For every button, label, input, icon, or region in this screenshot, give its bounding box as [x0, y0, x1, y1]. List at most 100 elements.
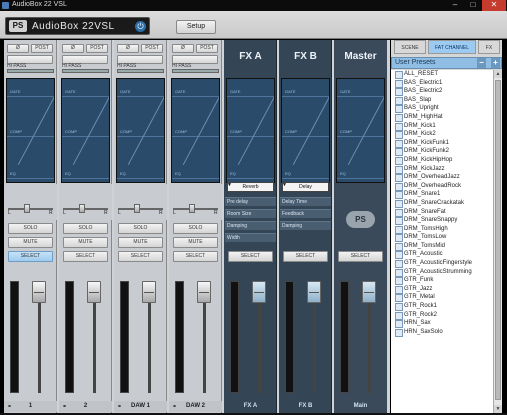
- preset-item[interactable]: BAS_Electric1: [391, 79, 493, 88]
- select-button[interactable]: SELECT: [283, 251, 328, 262]
- solo-button[interactable]: SOLO: [118, 223, 163, 234]
- post-button[interactable]: POST: [86, 44, 108, 53]
- link-icon[interactable]: ⚭: [7, 403, 12, 410]
- preset-item[interactable]: GTR_AcousticFingerstyle: [391, 259, 493, 268]
- select-button[interactable]: SELECT: [173, 251, 218, 262]
- solo-button[interactable]: SOLO: [173, 223, 218, 234]
- pan-knob[interactable]: [79, 204, 85, 213]
- preset-item[interactable]: GTR_AcousticStrumming: [391, 268, 493, 277]
- close-button[interactable]: ✕: [482, 0, 506, 11]
- preset-item[interactable]: DRM_SnareCrackatak: [391, 199, 493, 208]
- pan-knob[interactable]: [24, 204, 30, 213]
- eq-display[interactable]: GATE COMP EQ: [116, 78, 165, 183]
- fader-cap[interactable]: [87, 281, 101, 303]
- hipass-slider[interactable]: [172, 69, 219, 73]
- remove-preset-button[interactable]: −: [477, 58, 486, 68]
- post-button[interactable]: POST: [141, 44, 163, 53]
- select-button[interactable]: SELECT: [63, 251, 108, 262]
- eq-display[interactable]: GATE COMP EQ: [61, 78, 110, 183]
- post-button[interactable]: POST: [196, 44, 218, 53]
- solo-button[interactable]: SOLO: [8, 223, 53, 234]
- preset-item[interactable]: DRM_KickFunk2: [391, 147, 493, 156]
- preset-item[interactable]: DRM_TomsMid: [391, 242, 493, 251]
- mute-button[interactable]: MUTE: [8, 237, 53, 248]
- pan-slider[interactable]: [8, 208, 53, 210]
- chevron-down-icon[interactable]: ▼: [227, 182, 232, 188]
- pan-knob[interactable]: [134, 204, 140, 213]
- scroll-down-icon[interactable]: ▼: [494, 405, 502, 413]
- link-icon[interactable]: ⚭: [172, 403, 177, 410]
- select-button[interactable]: SELECT: [118, 251, 163, 262]
- fx-param-slider[interactable]: Damping: [225, 221, 276, 230]
- preset-item[interactable]: GTR_Acoustic: [391, 250, 493, 260]
- chevron-down-icon[interactable]: ▼: [282, 182, 287, 188]
- preset-item[interactable]: DRM_SnareSnappy: [391, 216, 493, 225]
- pan-slider[interactable]: [63, 208, 108, 210]
- hipass-slider[interactable]: [117, 69, 164, 73]
- fx-param-slider[interactable]: Width: [225, 233, 276, 242]
- tab-scene[interactable]: SCENE: [394, 40, 426, 54]
- fader-cap[interactable]: [197, 281, 211, 303]
- eq-display[interactable]: GATE COMP EQ: [6, 78, 55, 183]
- preset-scrollbar[interactable]: ▲ ▼: [493, 70, 502, 413]
- pan-slider[interactable]: [118, 208, 163, 210]
- preset-item[interactable]: GTR_Rock1: [391, 302, 493, 311]
- phase-button[interactable]: Ø: [172, 44, 194, 53]
- link-icon[interactable]: ⚭: [117, 403, 122, 410]
- fader-cap[interactable]: [142, 281, 156, 303]
- preset-item[interactable]: BAS_Electric2: [391, 87, 493, 96]
- eq-display[interactable]: GATE COMP EQ: [336, 78, 385, 183]
- preset-item[interactable]: DRM_Kick1: [391, 122, 493, 131]
- preset-item[interactable]: DRM_Kick2: [391, 130, 493, 139]
- phase-button[interactable]: Ø: [62, 44, 84, 53]
- phase-button[interactable]: Ø: [7, 44, 29, 53]
- add-preset-button[interactable]: +: [491, 58, 500, 68]
- scroll-up-icon[interactable]: ▲: [494, 70, 502, 78]
- scroll-thumb[interactable]: [495, 80, 501, 400]
- eq-display[interactable]: GATE COMP EQ: [281, 78, 330, 183]
- power-icon[interactable]: ⏻: [135, 21, 146, 32]
- preset-item[interactable]: BAS_Slap: [391, 96, 493, 105]
- solo-button[interactable]: SOLO: [63, 223, 108, 234]
- preset-item[interactable]: DRM_OverheadJazz: [391, 173, 493, 182]
- pan-knob[interactable]: [189, 204, 195, 213]
- fx-param-slider[interactable]: Feedback: [280, 209, 331, 218]
- preset-item[interactable]: DRM_KickJazz: [391, 165, 493, 174]
- preset-item[interactable]: GTR_Jazz: [391, 285, 493, 294]
- select-button[interactable]: SELECT: [338, 251, 383, 262]
- preset-item[interactable]: DRM_KickHipHop: [391, 156, 493, 165]
- preset-item[interactable]: DRM_HighHat: [391, 113, 493, 122]
- fx-type-dropdown[interactable]: Delay: [282, 182, 329, 192]
- tab-fat-channel[interactable]: FAT CHANNEL: [428, 40, 476, 54]
- phase-button[interactable]: Ø: [117, 44, 139, 53]
- tab-fx[interactable]: FX: [478, 40, 500, 54]
- preset-item[interactable]: BAS_Upright: [391, 104, 493, 113]
- preset-item[interactable]: DRM_TomsHigh: [391, 225, 493, 234]
- fader-cap[interactable]: [252, 281, 266, 303]
- pan-slider[interactable]: [173, 208, 218, 210]
- eq-display[interactable]: GATE COMP EQ: [226, 78, 275, 183]
- select-button[interactable]: SELECT: [8, 251, 53, 262]
- preset-item[interactable]: DRM_SnareFat: [391, 208, 493, 217]
- fader-cap[interactable]: [362, 281, 376, 303]
- mute-button[interactable]: MUTE: [118, 237, 163, 248]
- preset-item[interactable]: GTR_Funk: [391, 276, 493, 285]
- link-icon[interactable]: ⚭: [62, 403, 67, 410]
- setup-button[interactable]: Setup: [176, 20, 216, 34]
- mute-button[interactable]: MUTE: [173, 237, 218, 248]
- preset-item[interactable]: DRM_TomsLow: [391, 233, 493, 242]
- preset-item[interactable]: GTR_Rock2: [391, 311, 493, 320]
- select-button[interactable]: SELECT: [228, 251, 273, 262]
- preset-item[interactable]: GTR_Metal: [391, 293, 493, 303]
- eq-display[interactable]: GATE COMP EQ: [171, 78, 220, 183]
- fx-param-slider[interactable]: Damping: [280, 221, 331, 230]
- fader-cap[interactable]: [307, 281, 321, 303]
- preset-item[interactable]: DRM_KickFunk1: [391, 139, 493, 148]
- fx-param-slider[interactable]: Room Size: [225, 209, 276, 218]
- maximize-button[interactable]: □: [464, 0, 482, 11]
- fx-param-slider[interactable]: Delay Time: [280, 197, 331, 206]
- fader-cap[interactable]: [32, 281, 46, 303]
- minimize-button[interactable]: –: [446, 0, 464, 11]
- preset-item[interactable]: DRM_Snare1: [391, 190, 493, 199]
- post-button[interactable]: POST: [31, 44, 53, 53]
